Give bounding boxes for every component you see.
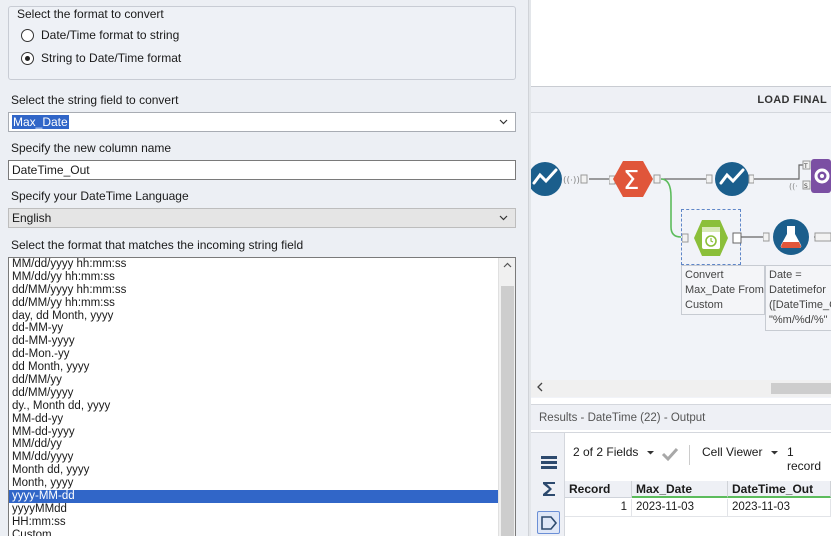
fields-dropdown[interactable]: 2 of 2 Fields	[573, 445, 655, 459]
connection-green	[660, 178, 682, 238]
string-field-select[interactable]: Max_Date	[8, 112, 516, 132]
format-list-item[interactable]: dd/MM/yy	[9, 374, 498, 387]
format-listbox[interactable]: MM/dd/yyyy hh:mm:ss MM/dd/yy hh:mm:ss dd/M…	[8, 257, 516, 536]
format-list-item[interactable]: MM/dd/yy hh:mm:ss	[9, 271, 498, 284]
results-sidebar	[531, 433, 565, 536]
format-list-item[interactable]: dd Month, yyyy	[9, 361, 498, 374]
radio-string-to-datetime-circle[interactable]	[21, 51, 34, 65]
format-list-item[interactable]: MM/dd/yyyy	[9, 451, 498, 464]
scrollbar-thumb[interactable]	[501, 286, 514, 536]
results-panel: 2 of 2 Fields Cell Viewer 1 record Recor…	[531, 432, 831, 536]
column-header-record[interactable]: Record	[565, 481, 632, 498]
caret-down-icon	[771, 450, 779, 454]
results-grid-header: Record Max_Date DateTime_Out	[565, 481, 831, 498]
svg-text:((·: ((·	[789, 182, 798, 191]
format-list-item[interactable]: dd-MM-yyyy	[9, 335, 498, 348]
summary-view-icon[interactable]	[537, 477, 560, 500]
record-count: 1 record	[787, 445, 831, 473]
column-header-datetime-out[interactable]: DateTime_Out	[728, 481, 831, 498]
table-view-icon[interactable]	[537, 451, 560, 474]
radio-string-to-datetime-label: String to Date/Time format	[41, 51, 182, 65]
top-blank-area	[531, 0, 831, 86]
scroll-up-icon[interactable]	[503, 261, 512, 272]
cell-viewer-dropdown[interactable]: Cell Viewer	[702, 445, 779, 459]
results-header: Results - DateTime (22) - Output	[531, 404, 831, 430]
format-list-item[interactable]: Month, yyyy	[9, 477, 498, 490]
radio-datetime-to-string-label: Date/Time format to string	[41, 28, 180, 42]
format-list-item[interactable]: dd/MM/yyyy hh:mm:ss	[9, 284, 498, 297]
format-list-item[interactable]: MM-dd-yy	[9, 413, 498, 426]
cell-record: 1	[565, 499, 632, 517]
format-list-item[interactable]: dd/MM/yyyy	[9, 387, 498, 400]
vertical-scrollbar[interactable]	[498, 258, 515, 536]
select-tool-icon[interactable]: ((·))	[531, 161, 589, 200]
format-list-item[interactable]: MM-dd-yyyy	[9, 426, 498, 439]
format-group: Select the format to convert Date/Time f…	[8, 6, 516, 80]
config-panel: Select the format to convert Date/Time f…	[0, 0, 528, 536]
svg-text:Σ: Σ	[623, 166, 639, 196]
results-toolbar: 2 of 2 Fields Cell Viewer 1 record	[565, 445, 831, 473]
datetime-tool-icon[interactable]	[681, 209, 742, 265]
format-list-item[interactable]: Month dd, yyyy	[9, 464, 498, 477]
metadata-view-icon[interactable]	[537, 511, 560, 534]
format-list-item[interactable]: dd/MM/yy hh:mm:ss	[9, 297, 498, 310]
chevron-down-icon[interactable]	[498, 212, 509, 226]
new-column-value: DateTime_Out	[12, 163, 90, 177]
scroll-left-icon[interactable]	[536, 382, 544, 395]
gear-tool-icon[interactable]: T S ((·	[789, 157, 831, 200]
string-field-value: Max_Date	[12, 115, 69, 129]
results-title: Results - DateTime (22) - Output	[539, 412, 706, 424]
datetime-annotation: Convert Max_Date From Custom	[681, 265, 765, 315]
table-row[interactable]: 1 2023-11-03 2023-11-03	[565, 499, 831, 517]
cell-viewer-label: Cell Viewer	[702, 445, 763, 459]
format-list-item[interactable]: MM/dd/yy	[9, 438, 498, 451]
svg-text:S: S	[804, 183, 808, 190]
format-list-item[interactable]: MM/dd/yyyy hh:mm:ss	[9, 258, 498, 271]
radio-datetime-to-string[interactable]: Date/Time format to string	[21, 28, 179, 42]
new-column-input[interactable]: DateTime_Out	[8, 160, 516, 180]
language-value: English	[12, 211, 52, 225]
horizontal-scrollbar[interactable]	[531, 380, 831, 397]
format-list-item[interactable]: dy., Month dd, yyyy	[9, 400, 498, 413]
language-select[interactable]: English	[8, 208, 516, 228]
svg-text:T: T	[803, 163, 808, 170]
format-group-title: Select the format to convert	[17, 7, 164, 21]
new-column-label: Specify the new column name	[11, 141, 172, 155]
record-count-label: 1 record	[787, 445, 822, 473]
format-list-item[interactable]: HH:mm:ss	[9, 516, 498, 529]
formula-annotation: Date = Datetimefor ([DateTime_O "%m/%d/%…	[765, 265, 831, 331]
cell-max-date: 2023-11-03	[632, 499, 728, 517]
checkmark-icon[interactable]	[661, 446, 679, 462]
format-list-item[interactable]: yyyy-MM-dd	[9, 490, 498, 503]
select-tool-2-icon[interactable]	[705, 160, 755, 201]
horizontal-scrollbar-thumb[interactable]	[771, 383, 831, 394]
workflow-canvas[interactable]: LOAD FINAL ((·)) Σ T S ((· Convert Max_D…	[531, 86, 831, 398]
radio-datetime-to-string-circle[interactable]	[21, 28, 34, 42]
format-list-label: Select the format that matches the incom…	[11, 238, 304, 252]
language-label: Specify your DateTime Language	[11, 189, 189, 203]
format-list-item[interactable]: day, dd Month, yyyy	[9, 310, 498, 323]
format-list-item[interactable]: dd-Mon.-yy	[9, 348, 498, 361]
svg-text:((·)): ((·))	[563, 176, 580, 186]
string-field-label: Select the string field to convert	[11, 93, 179, 107]
format-list-item[interactable]: Custom	[9, 529, 498, 536]
radio-string-to-datetime[interactable]: String to Date/Time format	[21, 51, 181, 65]
fields-count-label: 2 of 2 Fields	[573, 445, 639, 459]
summarize-tool-icon[interactable]: Σ	[608, 159, 661, 202]
column-header-max-date[interactable]: Max_Date	[632, 481, 728, 498]
format-list-item[interactable]: dd-MM-yy	[9, 322, 498, 335]
format-list-item[interactable]: yyyyMMdd	[9, 503, 498, 516]
format-list-items: MM/dd/yyyy hh:mm:ss MM/dd/yy hh:mm:ss dd/M…	[9, 258, 515, 536]
chevron-down-icon[interactable]	[498, 116, 509, 130]
caret-down-icon	[647, 450, 655, 454]
cell-datetime-out: 2023-11-03	[728, 499, 831, 517]
toolbar-separator	[689, 445, 690, 465]
formula-tool-icon[interactable]	[762, 217, 831, 260]
